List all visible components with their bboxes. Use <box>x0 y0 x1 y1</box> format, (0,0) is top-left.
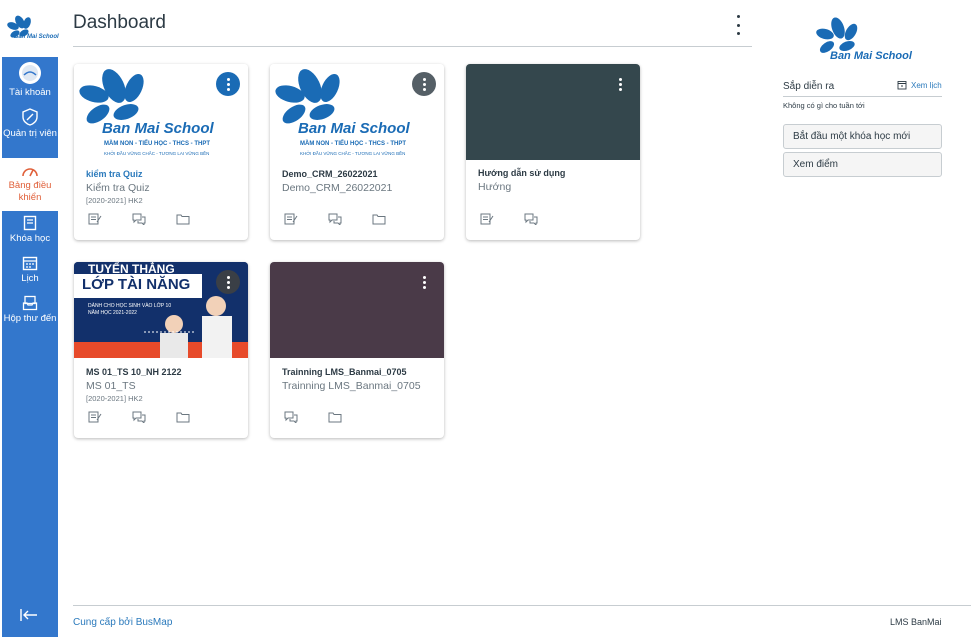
dashboard-gauge-icon <box>22 168 38 177</box>
card-actions <box>284 411 342 423</box>
collapse-arrow-icon <box>20 609 37 621</box>
course-card[interactable]: Trainning LMS_Banmai_0705 Trainning LMS_… <box>270 262 444 438</box>
coming-up-heading: Sắp diễn ra <box>783 81 835 92</box>
footer-divider <box>73 605 971 606</box>
card-options-button[interactable] <box>216 72 240 96</box>
assignments-icon[interactable] <box>480 213 494 225</box>
course-code-link[interactable]: Hướng dẫn sử dụng <box>478 168 565 178</box>
course-card[interactable]: Hướng dẫn sử dụng Hướng <box>466 64 640 240</box>
collapse-nav-button[interactable] <box>19 608 39 627</box>
right-sidebar: Ban Mai School Sắp diễn ra Xem lịch Khôn… <box>770 0 972 600</box>
sidebar-school-logo: Ban Mai School <box>808 14 920 66</box>
sidebar-logo-text: Ban Mai School <box>830 50 912 62</box>
course-code-link[interactable]: MS 01_TS 10_NH 2122 <box>86 367 182 377</box>
card-actions <box>284 213 386 225</box>
nav-item-dashboard[interactable]: Bảng điều khiển <box>2 158 58 211</box>
hero-line-1: MẦM NON - TIỂU HỌC - THCS - THPT <box>104 141 210 147</box>
card-actions <box>88 411 190 423</box>
card-options-button[interactable] <box>608 72 632 96</box>
view-grades-button[interactable]: Xem điểm <box>783 152 942 177</box>
nav-item-account[interactable]: Tài khoản <box>2 62 58 102</box>
assignments-icon[interactable] <box>88 213 102 225</box>
nav-label-calendar: Lịch <box>21 273 39 284</box>
book-icon <box>23 215 37 231</box>
nav-item-courses[interactable]: Khóa học <box>2 215 58 247</box>
nav-item-inbox[interactable]: Hộp thư đến <box>2 295 58 341</box>
hero-brand-text: Ban Mai School <box>102 120 214 137</box>
school-logo[interactable]: Ban Mai School <box>2 12 59 46</box>
dashboard-options-button[interactable] <box>731 15 745 35</box>
start-new-course-button[interactable]: Bắt đầu một khóa học mới <box>783 124 942 149</box>
hero-line-1: MẦM NON - TIỂU HỌC - THCS - THPT <box>300 141 406 147</box>
poster-headline-2: LỚP TÀI NĂNG <box>82 276 191 293</box>
nav-label-courses: Khóa học <box>9 233 51 244</box>
user-avatar-icon <box>19 62 41 84</box>
inbox-icon <box>22 295 38 311</box>
discussions-icon[interactable] <box>132 213 146 225</box>
card-actions <box>88 213 190 225</box>
coming-up-divider <box>783 96 942 97</box>
nav-rail: Tài khoản Quản trị viên Bảng điều khiển … <box>2 57 58 637</box>
coming-up-empty-text: Không có gì cho tuần tới <box>783 101 865 110</box>
poster-subline-2: NĂM HỌC 2021-2022 <box>88 310 137 316</box>
discussions-icon[interactable] <box>284 411 298 423</box>
title-divider <box>73 46 752 47</box>
discussions-icon[interactable] <box>524 213 538 225</box>
files-icon[interactable] <box>176 213 190 225</box>
nav-label-admin: Quản trị viên <box>3 128 57 139</box>
nav-label-dashboard: Bảng điều khiển <box>8 180 52 203</box>
course-name: Demo_CRM_26022021 <box>282 182 393 194</box>
hero-brand-text: Ban Mai School <box>298 120 410 137</box>
poster-subline-1: DÀNH CHO HỌC SINH VÀO LỚP 10 <box>88 303 172 309</box>
global-navigation: Ban Mai School Tài khoản Quản trị viên B… <box>0 0 59 637</box>
calendar-icon <box>22 256 38 271</box>
footer-brand: LMS BanMai <box>890 617 942 627</box>
calendar-icon <box>897 81 907 90</box>
card-options-button[interactable] <box>216 270 240 294</box>
files-icon[interactable] <box>176 411 190 423</box>
course-term: [2020-2021] HK2 <box>86 394 143 403</box>
course-card[interactable]: TUYỂN THẲNG LỚP TÀI NĂNG DÀNH CHO HỌC SI… <box>74 262 248 438</box>
card-options-button[interactable] <box>412 72 436 96</box>
nav-label-account: Tài khoản <box>9 87 51 98</box>
discussions-icon[interactable] <box>328 213 342 225</box>
hero-line-2: KHỞI ĐẦU VỮNG CHẮC - TƯƠNG LAI VỮNG BỀN <box>104 151 210 156</box>
files-icon[interactable] <box>372 213 386 225</box>
view-calendar-link[interactable]: Xem lịch <box>897 80 942 90</box>
course-code-link[interactable]: kiểm tra Quiz <box>86 169 143 179</box>
poster-headline-1: TUYỂN THẲNG <box>88 262 175 276</box>
course-term: [2020-2021] HK2 <box>86 196 143 205</box>
course-name: Hướng <box>478 181 512 193</box>
course-code-link[interactable]: Trainning LMS_Banmai_0705 <box>282 367 407 377</box>
course-name: MS 01_TS <box>86 380 136 392</box>
shield-icon <box>22 108 38 126</box>
assignments-icon[interactable] <box>284 213 298 225</box>
view-calendar-label: Xem lịch <box>911 80 942 90</box>
card-actions <box>480 213 538 225</box>
course-code-link[interactable]: Demo_CRM_26022021 <box>282 169 378 179</box>
nav-label-inbox: Hộp thư đến <box>3 313 57 324</box>
course-name: Kiểm tra Quiz <box>86 182 150 194</box>
card-options-button[interactable] <box>412 270 436 294</box>
hero-line-2: KHỞI ĐẦU VỮNG CHẮC - TƯƠNG LAI VỮNG BỀN <box>300 151 406 156</box>
main-content: Dashboard Ban Mai School MẦM NON - TIỂU … <box>58 0 971 637</box>
discussions-icon[interactable] <box>132 411 146 423</box>
course-card[interactable]: Ban Mai School MẦM NON - TIỂU HỌC - THCS… <box>270 64 444 240</box>
course-name: Trainning LMS_Banmai_0705 <box>282 380 421 392</box>
course-card[interactable]: Ban Mai School MẦM NON - TIỂU HỌC - THCS… <box>74 64 248 240</box>
footer-powered-by-link[interactable]: Cung cấp bởi BusMap <box>73 617 172 628</box>
page-title: Dashboard <box>73 12 166 33</box>
nav-item-calendar[interactable]: Lịch <box>2 255 58 287</box>
files-icon[interactable] <box>328 411 342 423</box>
nav-item-admin[interactable]: Quản trị viên <box>2 108 58 154</box>
assignments-icon[interactable] <box>88 411 102 423</box>
